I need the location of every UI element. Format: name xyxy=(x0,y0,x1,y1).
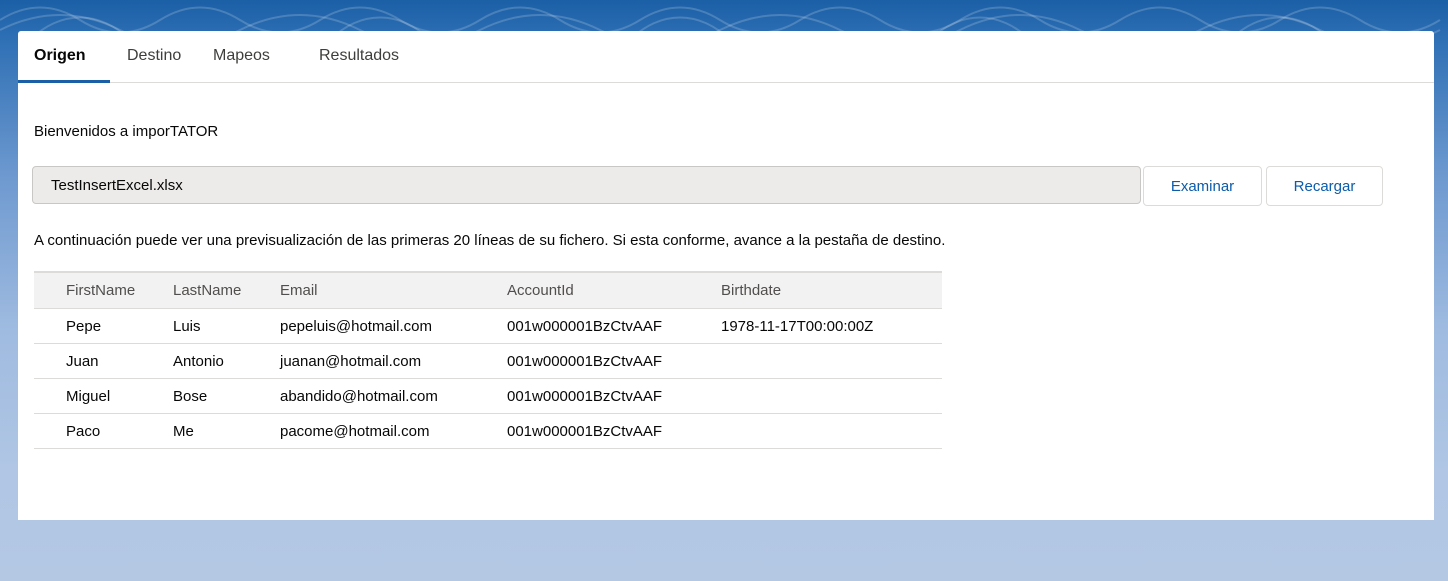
cell-birthdate xyxy=(689,413,942,449)
preview-info-text: A continuación puede ver una previsualiz… xyxy=(34,232,946,249)
cell-birthdate xyxy=(689,343,942,379)
welcome-text: Bienvenidos a imporTATOR xyxy=(34,123,219,140)
column-header-firstname[interactable]: FirstName xyxy=(34,271,141,309)
cell-birthdate xyxy=(689,378,942,414)
tab-resultados[interactable]: Resultados xyxy=(319,47,399,65)
cell-birthdate: 1978-11-17T00:00:00Z xyxy=(689,308,942,344)
tab-destino[interactable]: Destino xyxy=(127,47,181,65)
column-header-email[interactable]: Email xyxy=(248,271,475,309)
cell-email: pacome@hotmail.com xyxy=(248,413,475,449)
column-header-birthdate[interactable]: Birthdate xyxy=(689,271,942,309)
cell-firstname: Paco xyxy=(34,413,141,449)
cell-accountid: 001w000001BzCtvAAF xyxy=(475,378,689,414)
cell-lastname: Bose xyxy=(141,378,248,414)
cell-email: juanan@hotmail.com xyxy=(248,343,475,379)
table-row: Paco Me pacome@hotmail.com 001w000001BzC… xyxy=(34,413,942,449)
tab-bar: Origen Destino Mapeos Resultados xyxy=(18,31,1434,83)
cell-lastname: Me xyxy=(141,413,248,449)
browse-button[interactable]: Examinar xyxy=(1143,166,1262,206)
cell-email: abandido@hotmail.com xyxy=(248,378,475,414)
column-header-lastname[interactable]: LastName xyxy=(141,271,248,309)
file-name-field[interactable] xyxy=(32,166,1141,204)
cell-accountid: 001w000001BzCtvAAF xyxy=(475,343,689,379)
cell-lastname: Antonio xyxy=(141,343,248,379)
table-header-row: FirstName LastName Email AccountId Birth… xyxy=(34,271,942,309)
main-panel: Origen Destino Mapeos Resultados Bienven… xyxy=(18,31,1434,520)
tab-origen[interactable]: Origen xyxy=(34,47,86,65)
active-tab-indicator xyxy=(18,80,110,83)
table-row: Pepe Luis pepeluis@hotmail.com 001w00000… xyxy=(34,308,942,344)
cell-accountid: 001w000001BzCtvAAF xyxy=(475,308,689,344)
table-row: Miguel Bose abandido@hotmail.com 001w000… xyxy=(34,378,942,414)
table-row: Juan Antonio juanan@hotmail.com 001w0000… xyxy=(34,343,942,379)
preview-table: FirstName LastName Email AccountId Birth… xyxy=(34,271,942,449)
tab-mapeos[interactable]: Mapeos xyxy=(213,47,270,65)
column-header-accountid[interactable]: AccountId xyxy=(475,271,689,309)
reload-button[interactable]: Recargar xyxy=(1266,166,1383,206)
cell-accountid: 001w000001BzCtvAAF xyxy=(475,413,689,449)
cell-lastname: Luis xyxy=(141,308,248,344)
cell-email: pepeluis@hotmail.com xyxy=(248,308,475,344)
cell-firstname: Miguel xyxy=(34,378,141,414)
cell-firstname: Pepe xyxy=(34,308,141,344)
cell-firstname: Juan xyxy=(34,343,141,379)
